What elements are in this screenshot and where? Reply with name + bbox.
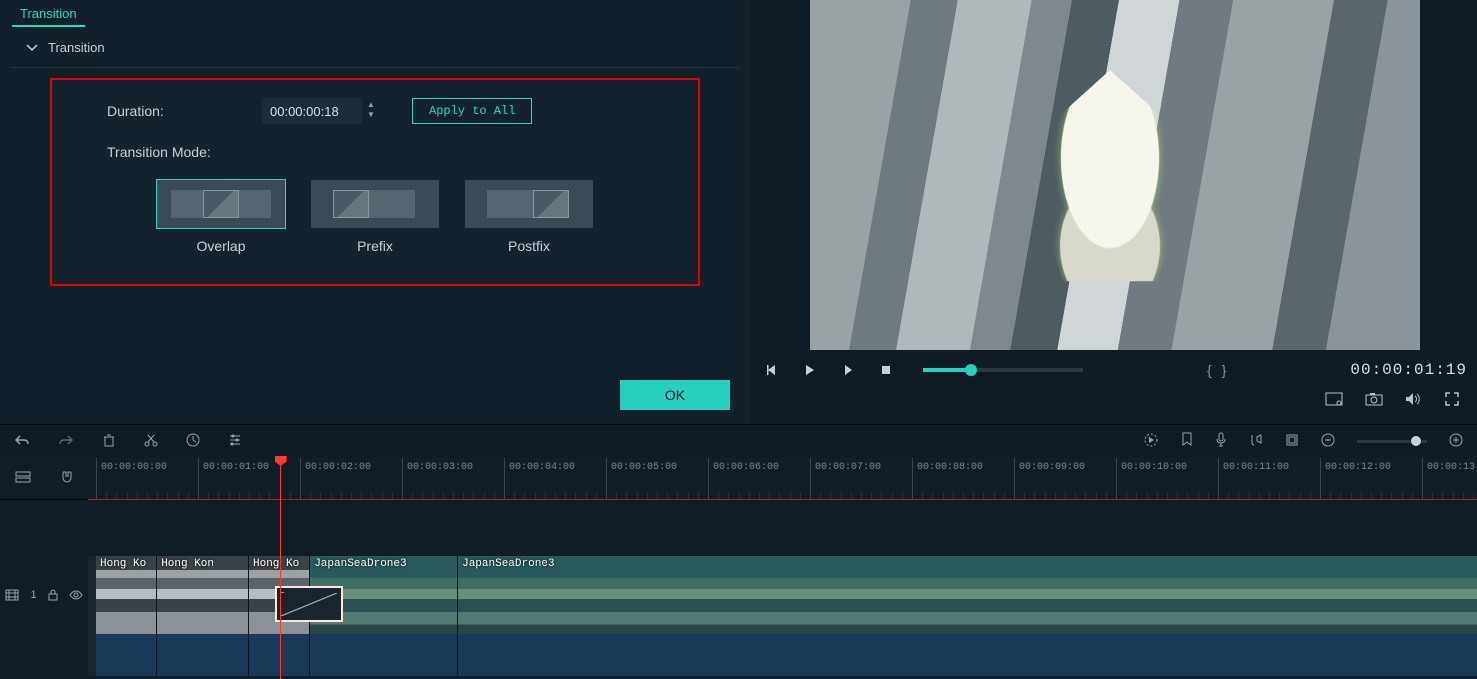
timecode: 00:00:01:19 bbox=[1350, 361, 1467, 379]
track-header[interactable]: 1 bbox=[0, 556, 88, 634]
zoom-in-button[interactable] bbox=[1449, 433, 1463, 450]
mode-postfix[interactable]: Postfix bbox=[465, 180, 593, 254]
zoom-slider[interactable] bbox=[1357, 440, 1427, 443]
filmstrip-icon bbox=[5, 589, 19, 601]
clip-label: JapanSeaDrone3 bbox=[462, 558, 554, 570]
apply-to-all-button[interactable]: Apply to All bbox=[412, 98, 532, 124]
ruler-label: 00:00:04:00 bbox=[509, 462, 575, 473]
mark-in-out[interactable]: {} bbox=[1207, 362, 1226, 378]
tab-transition[interactable]: Transition bbox=[12, 0, 85, 27]
mode-prefix-label: Prefix bbox=[311, 238, 439, 254]
duration-input[interactable] bbox=[262, 98, 362, 124]
chevron-down-icon bbox=[26, 42, 38, 54]
section-header-transition[interactable]: Transition bbox=[10, 28, 740, 68]
marker-icon[interactable] bbox=[1181, 432, 1193, 451]
ruler-label: 00:00:08:00 bbox=[917, 462, 983, 473]
clip-label: JapanSeaDrone3 bbox=[314, 558, 406, 570]
next-frame-button[interactable] bbox=[841, 363, 855, 377]
clip-hk2[interactable]: Hong Kon bbox=[157, 556, 249, 634]
time-ruler[interactable]: 00:00:00:00 00:00:01:00 00:00:02:00 00:00:0… bbox=[88, 458, 1477, 499]
voiceover-icon[interactable] bbox=[1215, 432, 1227, 451]
fullscreen-icon[interactable] bbox=[1445, 392, 1463, 410]
preview-panel: {} 00:00:01:19 bbox=[755, 0, 1477, 424]
ruler-label: 00:00:02:00 bbox=[305, 462, 371, 473]
preview-viewport[interactable] bbox=[810, 0, 1420, 350]
track-manager-icon[interactable] bbox=[15, 471, 31, 486]
ruler-label: 00:00:00:00 bbox=[101, 462, 167, 473]
prev-frame-button[interactable] bbox=[765, 363, 779, 377]
tab-bar: Transition bbox=[0, 0, 750, 28]
ruler-label: 00:00:07:00 bbox=[815, 462, 881, 473]
clip-label: Hong Kon bbox=[161, 558, 214, 570]
ruler-label: 00:00:10:00 bbox=[1121, 462, 1187, 473]
clip-label: Hong Ko bbox=[253, 558, 299, 570]
clip-label: Hong Ko bbox=[100, 558, 146, 570]
ruler-label: 00:00:12:00 bbox=[1325, 462, 1391, 473]
ruler-label: 00:00:11:00 bbox=[1223, 462, 1289, 473]
audio-track-body[interactable] bbox=[88, 634, 1477, 676]
playhead[interactable] bbox=[280, 458, 281, 679]
timeline: 00:00:00:00 00:00:01:00 00:00:02:00 00:00:0… bbox=[0, 458, 1477, 679]
ruler-label: 00:00:09:00 bbox=[1019, 462, 1085, 473]
transition-mode-label: Transition Mode: bbox=[107, 144, 262, 160]
snapshot-icon[interactable] bbox=[1365, 392, 1383, 410]
lock-icon[interactable] bbox=[48, 589, 58, 601]
timeline-toolbar bbox=[0, 424, 1477, 458]
mode-overlap[interactable]: Overlap bbox=[157, 180, 285, 254]
properties-panel: Transition Transition Duration: ▲ ▼ Appl… bbox=[0, 0, 750, 424]
speed-button[interactable] bbox=[186, 433, 200, 450]
mode-overlap-icon bbox=[157, 180, 285, 228]
split-button[interactable] bbox=[144, 433, 158, 450]
duration-spinner[interactable]: ▲ ▼ bbox=[364, 101, 378, 121]
video-track-body[interactable]: Hong Ko Hong Kon Hong Ko JapanSeaDrone3 Japa… bbox=[88, 556, 1477, 634]
eye-icon[interactable] bbox=[69, 590, 83, 600]
audio-mixer-icon[interactable] bbox=[1249, 433, 1263, 450]
adjust-button[interactable] bbox=[228, 433, 242, 450]
undo-button[interactable] bbox=[14, 433, 30, 450]
delete-button[interactable] bbox=[102, 433, 116, 450]
audio-clip[interactable] bbox=[96, 634, 157, 676]
transition-settings: Duration: ▲ ▼ Apply to All Transition Mo… bbox=[50, 78, 700, 286]
magnet-icon[interactable] bbox=[60, 470, 74, 487]
mode-postfix-icon bbox=[465, 180, 593, 228]
clip-sea2[interactable]: JapanSeaDrone3 bbox=[458, 556, 1477, 634]
audio-clip[interactable] bbox=[310, 634, 458, 676]
section-title: Transition bbox=[48, 40, 105, 55]
playback-progress[interactable] bbox=[923, 368, 1083, 372]
ruler-label: 00:00:13:00 bbox=[1427, 462, 1477, 473]
play-button[interactable] bbox=[803, 363, 817, 377]
ok-button[interactable]: OK bbox=[620, 380, 730, 410]
timeline-header: 00:00:00:00 00:00:01:00 00:00:02:00 00:00:0… bbox=[0, 458, 1477, 500]
mode-postfix-label: Postfix bbox=[465, 238, 593, 254]
mode-overlap-label: Overlap bbox=[157, 238, 285, 254]
track-number: 1 bbox=[30, 589, 36, 601]
mode-prefix[interactable]: Prefix bbox=[311, 180, 439, 254]
clip-hk1[interactable]: Hong Ko bbox=[96, 556, 157, 634]
crop-icon[interactable] bbox=[1285, 433, 1299, 450]
zoom-out-button[interactable] bbox=[1321, 433, 1335, 450]
ruler-label: 00:00:03:00 bbox=[407, 462, 473, 473]
audio-clip[interactable] bbox=[458, 634, 1477, 676]
audio-track bbox=[0, 634, 1477, 676]
ruler-label: 00:00:05:00 bbox=[611, 462, 677, 473]
transition-clip[interactable] bbox=[275, 586, 343, 622]
redo-button[interactable] bbox=[58, 433, 74, 450]
safe-zone-icon[interactable] bbox=[1325, 392, 1343, 410]
video-track: 1 Hong Ko Hong Kon Hong Ko JapanSeaDrone3 Ja… bbox=[0, 556, 1477, 634]
render-icon[interactable] bbox=[1143, 432, 1159, 451]
ruler-label: 00:00:01:00 bbox=[203, 462, 269, 473]
transport-bar: {} 00:00:01:19 bbox=[765, 360, 1467, 380]
volume-icon[interactable] bbox=[1405, 392, 1423, 410]
stop-button[interactable] bbox=[879, 363, 893, 377]
ruler-label: 00:00:06:00 bbox=[713, 462, 779, 473]
audio-clip[interactable] bbox=[157, 634, 249, 676]
spinner-down-icon[interactable]: ▼ bbox=[364, 111, 378, 121]
duration-label: Duration: bbox=[107, 103, 262, 119]
mode-prefix-icon bbox=[311, 180, 439, 228]
